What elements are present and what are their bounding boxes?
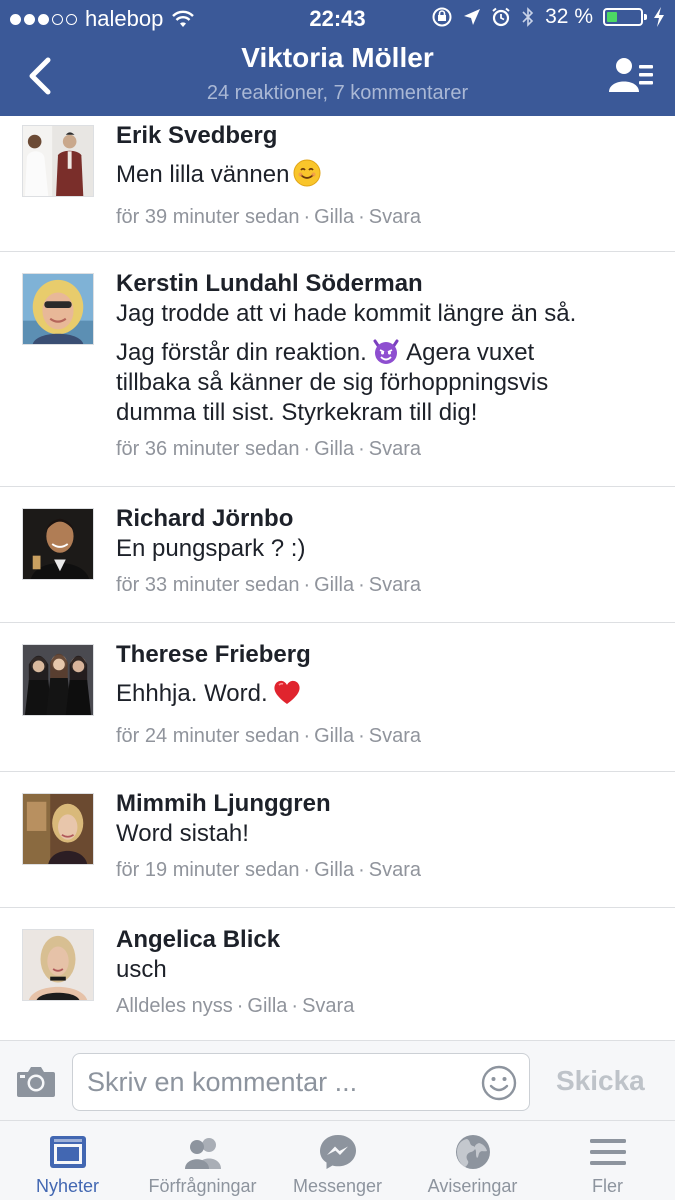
charging-bolt-icon <box>654 7 664 27</box>
location-arrow-icon <box>464 9 481 25</box>
comment-author[interactable]: Erik Svedberg <box>116 121 655 151</box>
comment-timestamp: för 39 minuter sedan <box>116 206 300 228</box>
comment-author[interactable]: Kerstin Lundahl Söderman <box>116 269 655 299</box>
comment-input-wrapper <box>72 1053 530 1111</box>
tab-more[interactable]: Fler <box>540 1121 675 1200</box>
comment-timestamp: för 24 minuter sedan <box>116 725 300 747</box>
messenger-icon <box>319 1135 356 1169</box>
avatar[interactable] <box>22 793 94 865</box>
status-icons: 32 % <box>431 5 665 29</box>
avatar[interactable] <box>22 273 94 345</box>
reply-link[interactable]: Svara <box>369 438 421 460</box>
comment-meta: Alldeles nyss · Gilla · Svara <box>116 995 355 1017</box>
comment-author[interactable]: Richard Jörnbo <box>116 504 655 534</box>
alarm-clock-icon <box>492 7 510 27</box>
comment-author[interactable]: Mimmih Ljunggren <box>116 789 655 819</box>
tab-label: Messenger <box>292 1176 383 1196</box>
like-link[interactable]: Gilla <box>314 859 354 881</box>
page-title: Viktoria Möller <box>241 42 434 73</box>
tab-news-feed[interactable]: Nyheter <box>0 1121 135 1200</box>
devil-face-emoji <box>373 339 399 364</box>
comment-body: Erik Svedberg Men lilla vännen för 39 mi… <box>116 121 655 230</box>
reply-link[interactable]: Svara <box>302 995 354 1017</box>
comment-text: Word sistah! <box>116 820 249 847</box>
comment-body: Mimmih Ljunggren Word sistah! för 19 min… <box>116 789 655 883</box>
comment-text: Men lilla vännen <box>116 159 655 190</box>
comment-meta: för 39 minuter sedan · Gilla · Svara <box>116 206 422 228</box>
comment-body: Angelica Blick usch Alldeles nyss · Gilla ·… <box>116 925 655 1019</box>
comment-body: Kerstin Lundahl Söderman Jag trodde att … <box>116 269 655 462</box>
globe-icon <box>455 1135 490 1169</box>
nav-header: halebop 22:43 32 % Viktoria Möller 24 re… <box>0 0 675 116</box>
comment-meta: för 24 minuter sedan · Gilla · Svara <box>116 725 422 747</box>
bluetooth-icon <box>522 7 534 27</box>
camera-icon[interactable] <box>16 1063 56 1099</box>
reply-link[interactable]: Svara <box>369 206 421 228</box>
tab-notifications[interactable]: Aviseringar <box>405 1121 540 1200</box>
comment-list: Erik Svedberg Men lilla vännen för 39 mi… <box>0 116 675 1040</box>
comment-timestamp: för 36 minuter sedan <box>116 438 300 460</box>
profile-list-icon[interactable] <box>609 56 655 94</box>
comment-timestamp: för 19 minuter sedan <box>116 859 300 881</box>
battery-level <box>607 12 618 22</box>
comment-composer: Skicka <box>0 1040 675 1120</box>
like-link[interactable]: Gilla <box>314 438 354 460</box>
like-link[interactable]: Gilla <box>247 995 287 1017</box>
comment-meta: för 36 minuter sedan · Gilla · Svara <box>116 438 422 460</box>
comment-item: Richard Jörnbo En pungspark ? :) för 33 … <box>0 487 675 623</box>
comment-item: Erik Svedberg Men lilla vännen för 39 mi… <box>0 116 675 252</box>
avatar[interactable] <box>22 644 94 716</box>
like-link[interactable]: Gilla <box>314 574 354 596</box>
tab-label: Fler <box>592 1176 623 1196</box>
avatar[interactable] <box>22 125 94 197</box>
comment-timestamp: Alldeles nyss <box>116 995 233 1017</box>
battery-percent: 32 % <box>545 5 593 28</box>
rotation-lock-icon <box>432 7 452 27</box>
comment-text: usch <box>116 956 167 983</box>
like-link[interactable]: Gilla <box>314 206 354 228</box>
menu-icon <box>589 1139 626 1165</box>
comment-author[interactable]: Angelica Blick <box>116 925 655 955</box>
comment-text: dumma till sist. Styrkekram till dig! <box>116 399 478 426</box>
comment-text: Ehhhja. Word. <box>116 678 655 709</box>
comment-timestamp: för 33 minuter sedan <box>116 574 300 596</box>
comment-item: Angelica Blick usch Alldeles nyss · Gilla ·… <box>0 908 675 1040</box>
friend-requests-icon <box>184 1138 221 1169</box>
comment-meta: för 19 minuter sedan · Gilla · Svara <box>116 859 422 881</box>
comment-body: Richard Jörnbo En pungspark ? :) för 33 … <box>116 504 655 598</box>
comment-item: Therese Frieberg Ehhhja. Word. för 24 mi… <box>0 623 675 772</box>
red-heart-emoji <box>274 680 300 704</box>
reactions-summary[interactable]: 24 reaktioner, 7 kommentarer <box>0 82 675 105</box>
tab-label: Nyheter <box>35 1176 100 1196</box>
avatar[interactable] <box>22 508 94 580</box>
reply-link[interactable]: Svara <box>369 725 421 747</box>
emoji-picker-icon[interactable] <box>481 1065 517 1101</box>
comment-body: Therese Frieberg Ehhhja. Word. för 24 mi… <box>116 640 655 749</box>
comment-item: Mimmih Ljunggren Word sistah! för 19 min… <box>0 772 675 908</box>
comment-text: Jag trodde att vi hade kommit längre än … <box>116 300 577 327</box>
smiling-face-emoji <box>293 159 321 187</box>
status-bar: halebop 22:43 32 % <box>0 0 675 38</box>
tab-messenger[interactable]: Messenger <box>270 1121 405 1200</box>
comment-text: tillbaka så känner de sig förhoppningsvi… <box>116 369 549 396</box>
comment-text: Jag förstår din reaktion. Agera vuxet <box>116 339 535 366</box>
like-link[interactable]: Gilla <box>314 725 354 747</box>
tab-label: Aviseringar <box>427 1176 518 1196</box>
comment-meta: för 33 minuter sedan · Gilla · Svara <box>116 574 422 596</box>
reply-link[interactable]: Svara <box>369 859 421 881</box>
bottom-tab-bar: Nyheter Förfrågningar Messenger Aviserin… <box>0 1120 675 1200</box>
comment-text: En pungspark ? :) <box>116 535 306 562</box>
news-feed-icon <box>49 1136 86 1168</box>
send-button[interactable]: Skicka <box>556 1065 645 1097</box>
tab-friend-requests[interactable]: Förfrågningar <box>135 1121 270 1200</box>
battery-icon <box>603 8 647 26</box>
comment-author[interactable]: Therese Frieberg <box>116 640 655 670</box>
avatar[interactable] <box>22 929 94 1001</box>
tab-label: Förfrågningar <box>148 1176 257 1196</box>
comment-input[interactable] <box>87 1054 467 1110</box>
reply-link[interactable]: Svara <box>369 574 421 596</box>
comment-item: Kerstin Lundahl Söderman Jag trodde att … <box>0 252 675 487</box>
